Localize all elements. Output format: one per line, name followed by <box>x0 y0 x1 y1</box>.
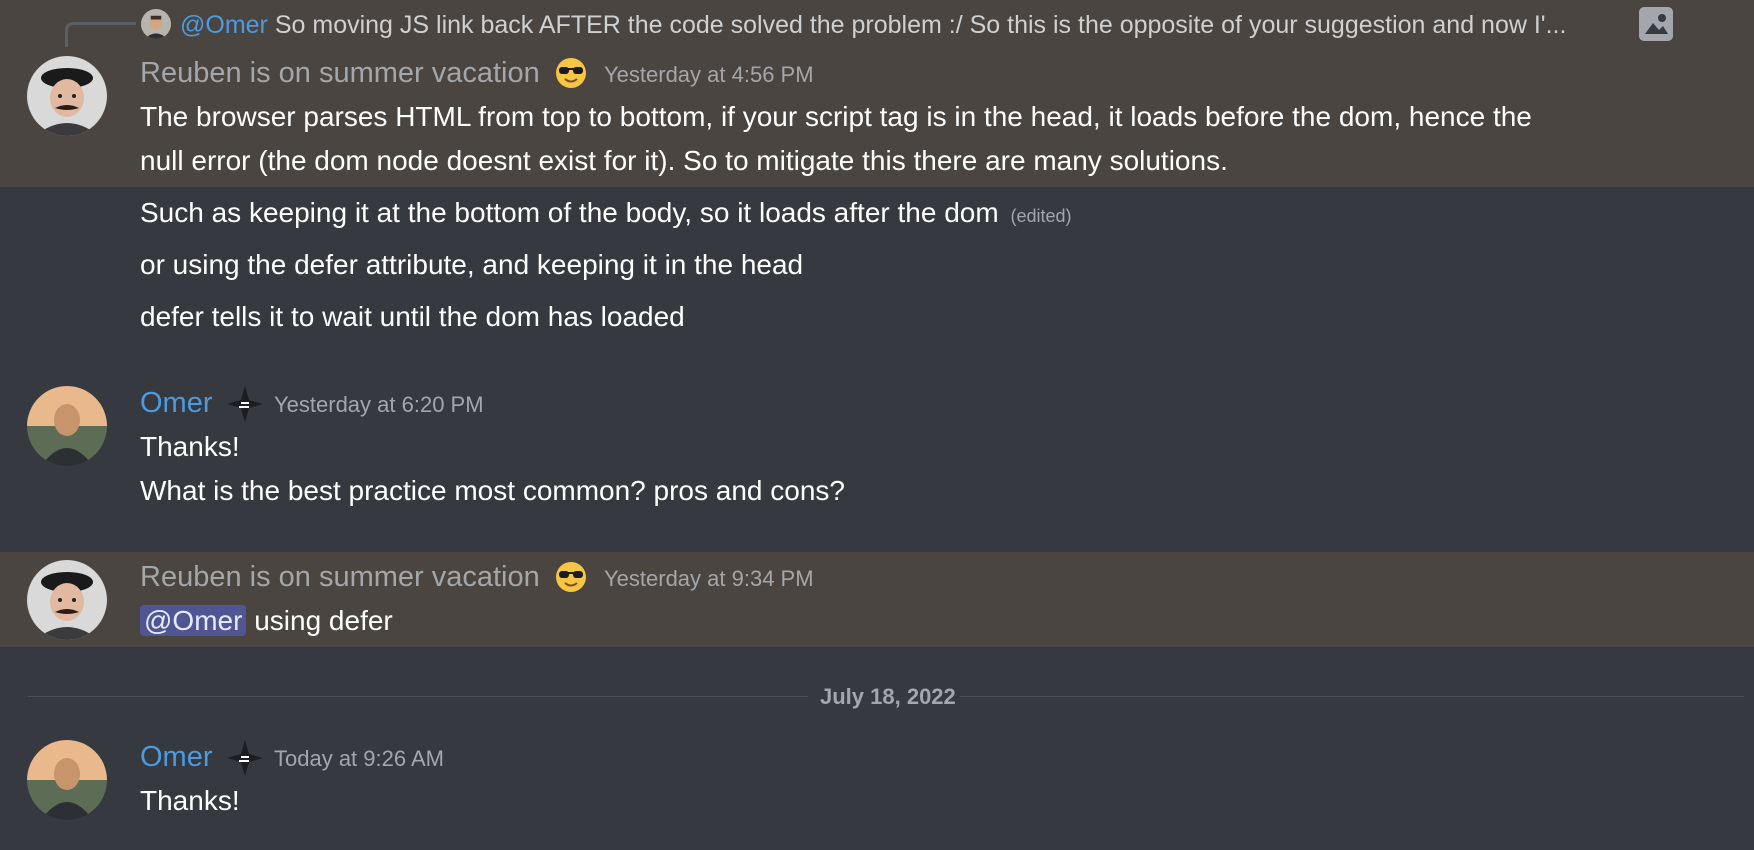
author-name[interactable]: Omer <box>140 386 213 420</box>
message-text: Such as keeping it at the bottom of the … <box>140 197 999 228</box>
sunglasses-emoji <box>556 562 586 592</box>
timestamp[interactable]: Today at 9:26 AM <box>274 746 444 772</box>
reuben-avatar[interactable] <box>27 560 107 640</box>
reply-avatar[interactable] <box>141 9 171 39</box>
author-name[interactable]: Reuben is on summer vacation <box>140 560 540 594</box>
user-mention[interactable]: @Omer <box>140 605 247 636</box>
timestamp[interactable]: Yesterday at 9:34 PM <box>604 566 814 592</box>
sunglasses-emoji <box>556 58 586 88</box>
edited-label: (edited) <box>1010 206 1072 226</box>
omer-avatar[interactable] <box>27 386 107 466</box>
message-line: defer tells it to wait until the dom has… <box>140 301 685 332</box>
date-divider-line <box>960 696 1744 697</box>
author-name[interactable]: Omer <box>140 740 213 774</box>
date-divider: July 18, 2022 <box>820 684 956 709</box>
message-line: What is the best practice most common? p… <box>140 475 845 506</box>
reuben-avatar[interactable] <box>27 56 107 136</box>
message-line: @Omer using defer <box>140 599 393 643</box>
message-line: Thanks! <box>140 785 240 816</box>
reply-connector <box>65 22 136 47</box>
reply-preview[interactable]: @Omer So moving JS link back AFTER the c… <box>180 10 1566 40</box>
message-line: The browser parses HTML from top to bott… <box>140 101 1532 132</box>
date-divider-line <box>28 696 808 697</box>
reply-mention[interactable]: @Omer <box>180 11 268 39</box>
star-badge-icon[interactable] <box>226 739 264 777</box>
author-name[interactable]: Reuben is on summer vacation <box>140 56 540 90</box>
timestamp[interactable]: Yesterday at 6:20 PM <box>274 392 484 418</box>
message-text: using defer <box>254 605 393 636</box>
omer-avatar[interactable] <box>27 740 107 820</box>
timestamp[interactable]: Yesterday at 4:56 PM <box>604 62 814 88</box>
message-line: or using the defer attribute, and keepin… <box>140 249 804 280</box>
message-line: Such as keeping it at the bottom of the … <box>140 191 1071 238</box>
message-line: null error (the dom node doesnt exist fo… <box>140 145 1228 176</box>
reply-text: So moving JS link back AFTER the code so… <box>274 11 1567 39</box>
image-icon[interactable] <box>1639 7 1673 41</box>
star-badge-icon[interactable] <box>226 385 264 423</box>
message-line: Thanks! <box>140 431 240 462</box>
